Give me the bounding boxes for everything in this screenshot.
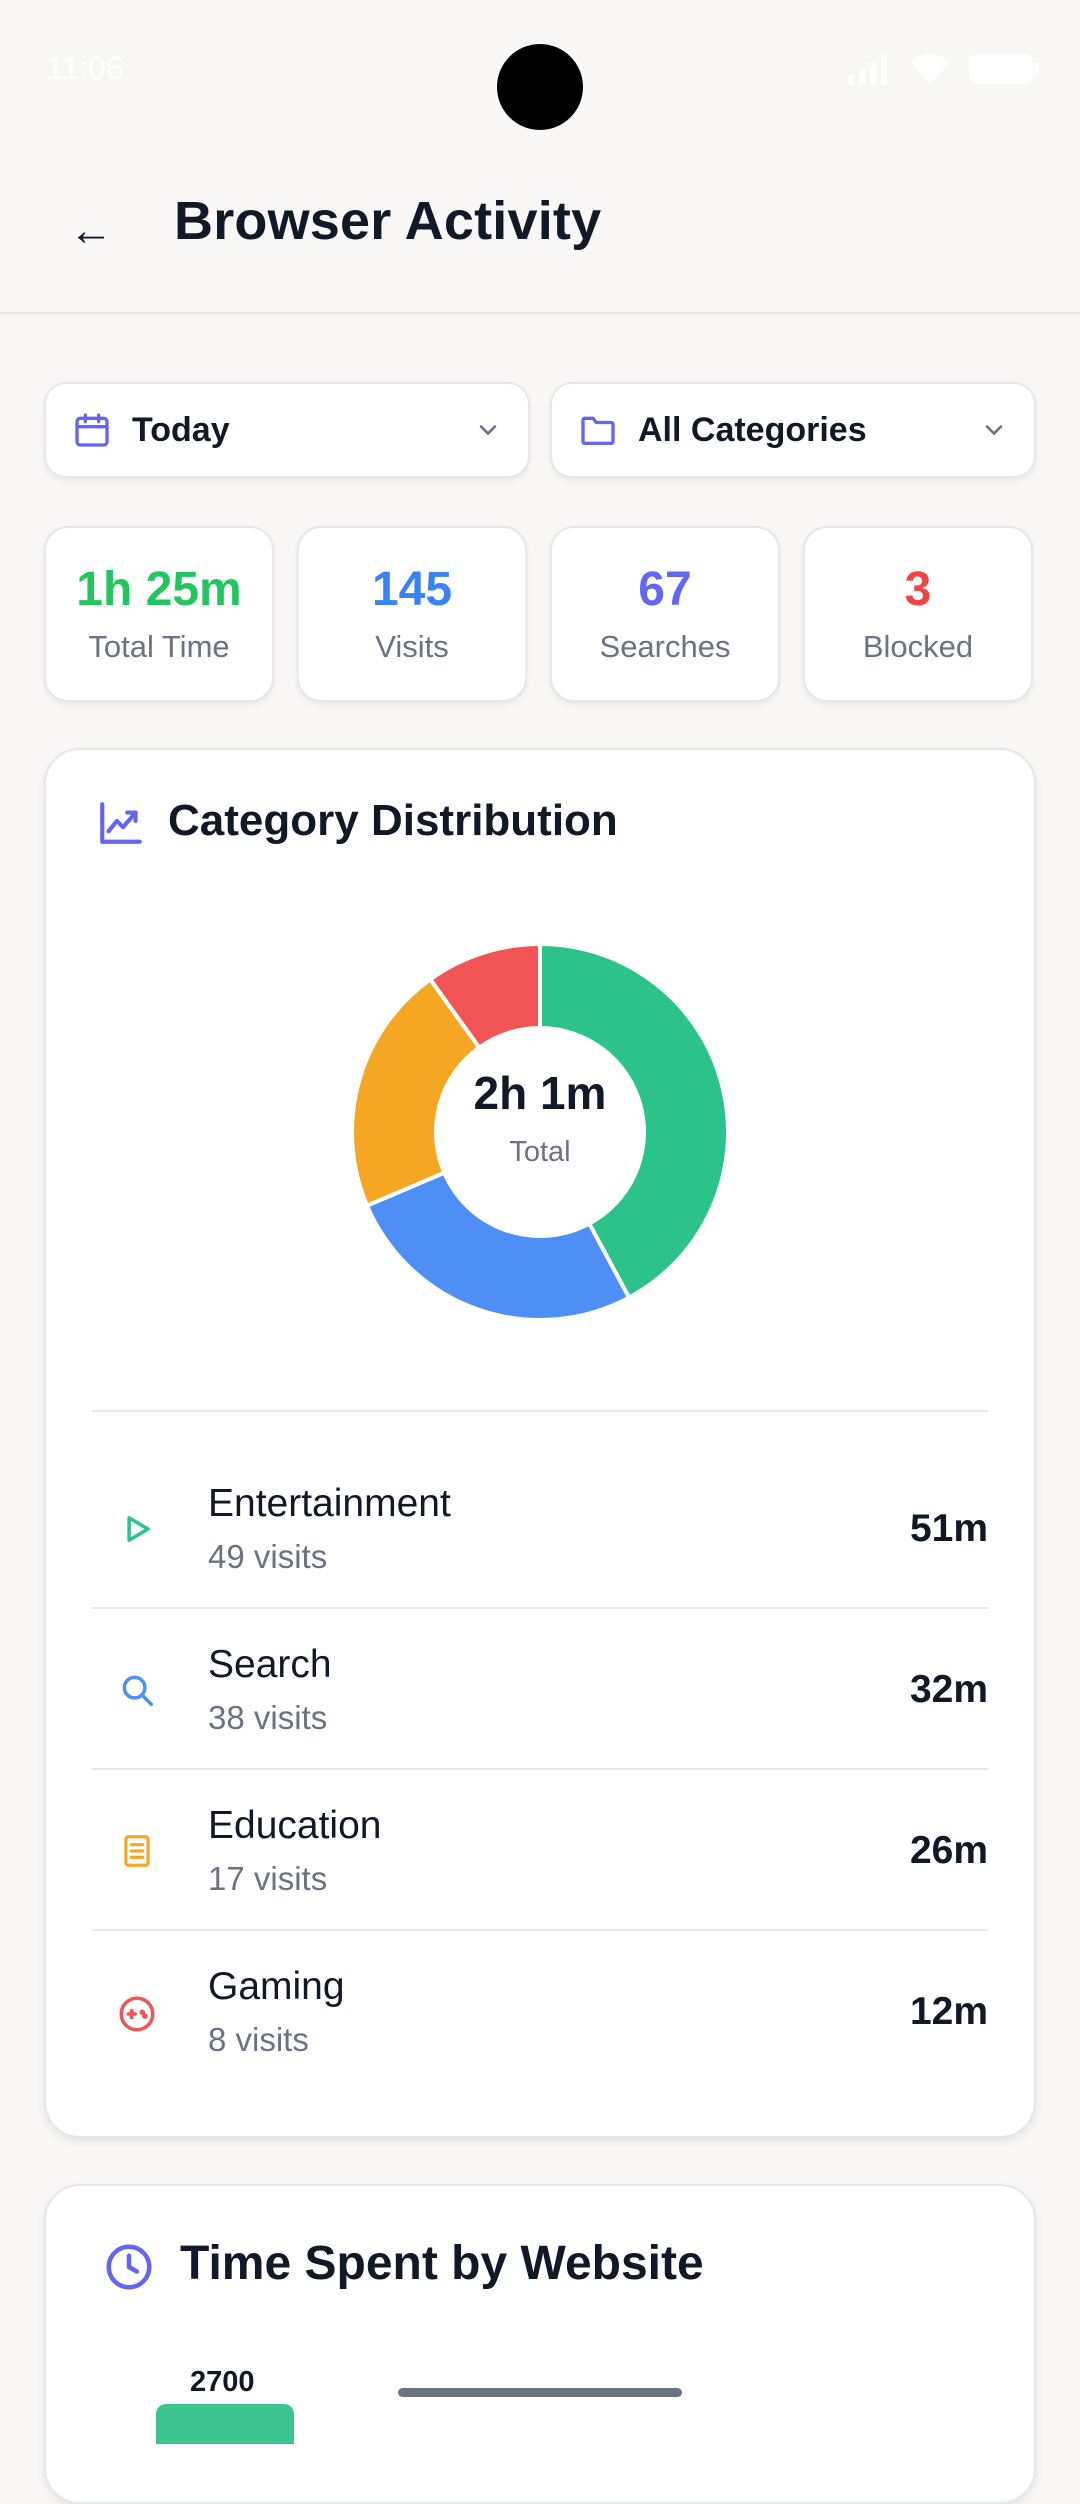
divider xyxy=(92,1768,988,1770)
stat-searches: 67 Searches xyxy=(550,526,780,702)
play-icon xyxy=(127,1516,150,1542)
home-indicator[interactable] xyxy=(398,2388,682,2397)
card-title: Category Distribution xyxy=(168,796,618,845)
search-icon xyxy=(122,1675,153,1706)
website-bar xyxy=(156,2404,294,2444)
category-time: 32m xyxy=(909,1668,988,1711)
book-icon xyxy=(124,1835,150,1867)
bar-value-label: 2700 xyxy=(190,2366,255,2398)
divider xyxy=(92,1410,988,1412)
stat-value: 3 xyxy=(904,563,932,616)
stat-total-time: 1h 25m Total Time xyxy=(44,526,274,702)
header-divider xyxy=(0,312,1080,314)
category-name: Entertainment xyxy=(208,1482,451,1525)
category-filter-dropdown[interactable]: All Categories xyxy=(550,382,1036,478)
category-time: 51m xyxy=(909,1507,988,1550)
category-visits: 8 visits xyxy=(208,2021,309,2058)
stat-label: Blocked xyxy=(862,629,974,664)
stat-value: 67 xyxy=(638,563,692,616)
stat-value: 145 xyxy=(371,563,453,616)
date-filter-label: Today xyxy=(132,410,230,449)
date-filter-dropdown[interactable]: Today xyxy=(44,382,530,478)
divider xyxy=(92,1929,988,1931)
category-name: Search xyxy=(208,1643,332,1686)
category-name: Education xyxy=(208,1804,382,1847)
website-time-card xyxy=(44,2184,1036,2504)
category-visits: 38 visits xyxy=(208,1699,328,1736)
battery-icon xyxy=(969,54,1039,84)
signal-icon xyxy=(848,55,887,85)
category-donut-chart xyxy=(350,941,730,1322)
card-title: Time Spent by Website xyxy=(180,2237,704,2290)
category-name: Gaming xyxy=(208,1965,345,2008)
camera-cutout xyxy=(497,44,583,130)
back-button[interactable]: ← xyxy=(56,196,126,266)
calendar-icon xyxy=(75,413,109,447)
chevron-down-icon xyxy=(479,425,497,436)
chevron-down-icon xyxy=(985,425,1003,436)
category-filter-label: All Categories xyxy=(638,410,867,449)
category-visits: 17 visits xyxy=(208,1860,328,1897)
donut-total-value: 2h 1m xyxy=(473,1067,607,1119)
category-time: 26m xyxy=(909,1829,988,1872)
clock-icon xyxy=(106,2244,152,2290)
status-time: 11:06 xyxy=(46,50,124,86)
stat-label: Searches xyxy=(599,629,731,664)
status-icons xyxy=(846,52,1040,86)
trend-chart-icon xyxy=(100,802,142,844)
gamepad-icon xyxy=(119,1996,155,2032)
category-visits: 49 visits xyxy=(208,1538,328,1575)
stat-label: Visits xyxy=(375,629,449,664)
donut-total-label: Total xyxy=(509,1136,571,1168)
category-time: 12m xyxy=(909,1990,988,2033)
divider xyxy=(92,1607,988,1609)
stat-value: 1h 25m xyxy=(76,563,242,616)
wifi-icon xyxy=(910,54,950,84)
stat-blocked: 3 Blocked xyxy=(803,526,1033,702)
stat-visits: 145 Visits xyxy=(297,526,527,702)
donut-slice-search xyxy=(364,1170,632,1322)
folder-icon xyxy=(581,416,615,445)
page-title: Browser Activity xyxy=(174,191,602,251)
stat-label: Total Time xyxy=(88,629,230,664)
